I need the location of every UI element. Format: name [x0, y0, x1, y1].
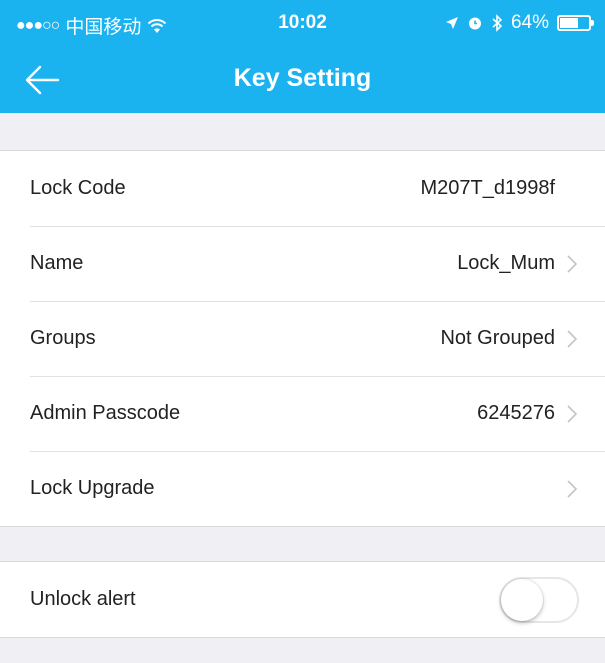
page-title: Key Setting	[233, 64, 372, 92]
name-row[interactable]: Name Lock_Mum	[0, 226, 605, 301]
lock-upgrade-row[interactable]: Lock Upgrade	[0, 451, 605, 526]
unlock-alert-toggle[interactable]	[499, 576, 579, 623]
groups-label: Groups	[30, 327, 96, 349]
name-value: Lock_Mum	[457, 252, 555, 274]
name-label: Name	[30, 252, 84, 274]
admin-passcode-label: Admin Passcode	[30, 402, 181, 424]
bluetooth-icon	[492, 14, 503, 32]
battery-icon	[557, 15, 594, 31]
chevron-right-icon	[567, 479, 578, 498]
lock-settings-list: Lock Code M207T_d1998f Name Lock_Mum Gro…	[0, 150, 605, 527]
lock-code-label: Lock Code	[30, 177, 126, 199]
alert-settings-list: Unlock alert	[0, 561, 605, 638]
location-arrow-icon	[445, 17, 458, 29]
alarm-clock-icon	[468, 17, 481, 30]
lock-code-value: M207T_d1998f	[420, 177, 555, 199]
chevron-right-icon	[567, 254, 578, 273]
app-header: ●●●○○ 中国移动 10:02 64% Key Setting	[0, 0, 605, 113]
admin-passcode-value: 6245276	[477, 402, 555, 424]
lock-code-row: Lock Code M207T_d1998f	[0, 151, 605, 226]
battery-percentage: 64%	[510, 12, 549, 33]
groups-value: Not Grouped	[440, 327, 555, 349]
lock-upgrade-label: Lock Upgrade	[30, 477, 155, 499]
admin-passcode-row[interactable]: Admin Passcode 6245276	[0, 376, 605, 451]
chevron-right-icon	[567, 404, 578, 423]
chevron-right-icon	[567, 329, 578, 348]
groups-row[interactable]: Groups Not Grouped	[0, 301, 605, 376]
unlock-alert-label: Unlock alert	[30, 588, 136, 610]
toggle-knob	[501, 578, 543, 621]
unlock-alert-row: Unlock alert	[0, 562, 605, 637]
navigation-bar: Key Setting	[0, 50, 605, 113]
status-bar: ●●●○○ 中国移动 10:02 64%	[0, 0, 605, 50]
